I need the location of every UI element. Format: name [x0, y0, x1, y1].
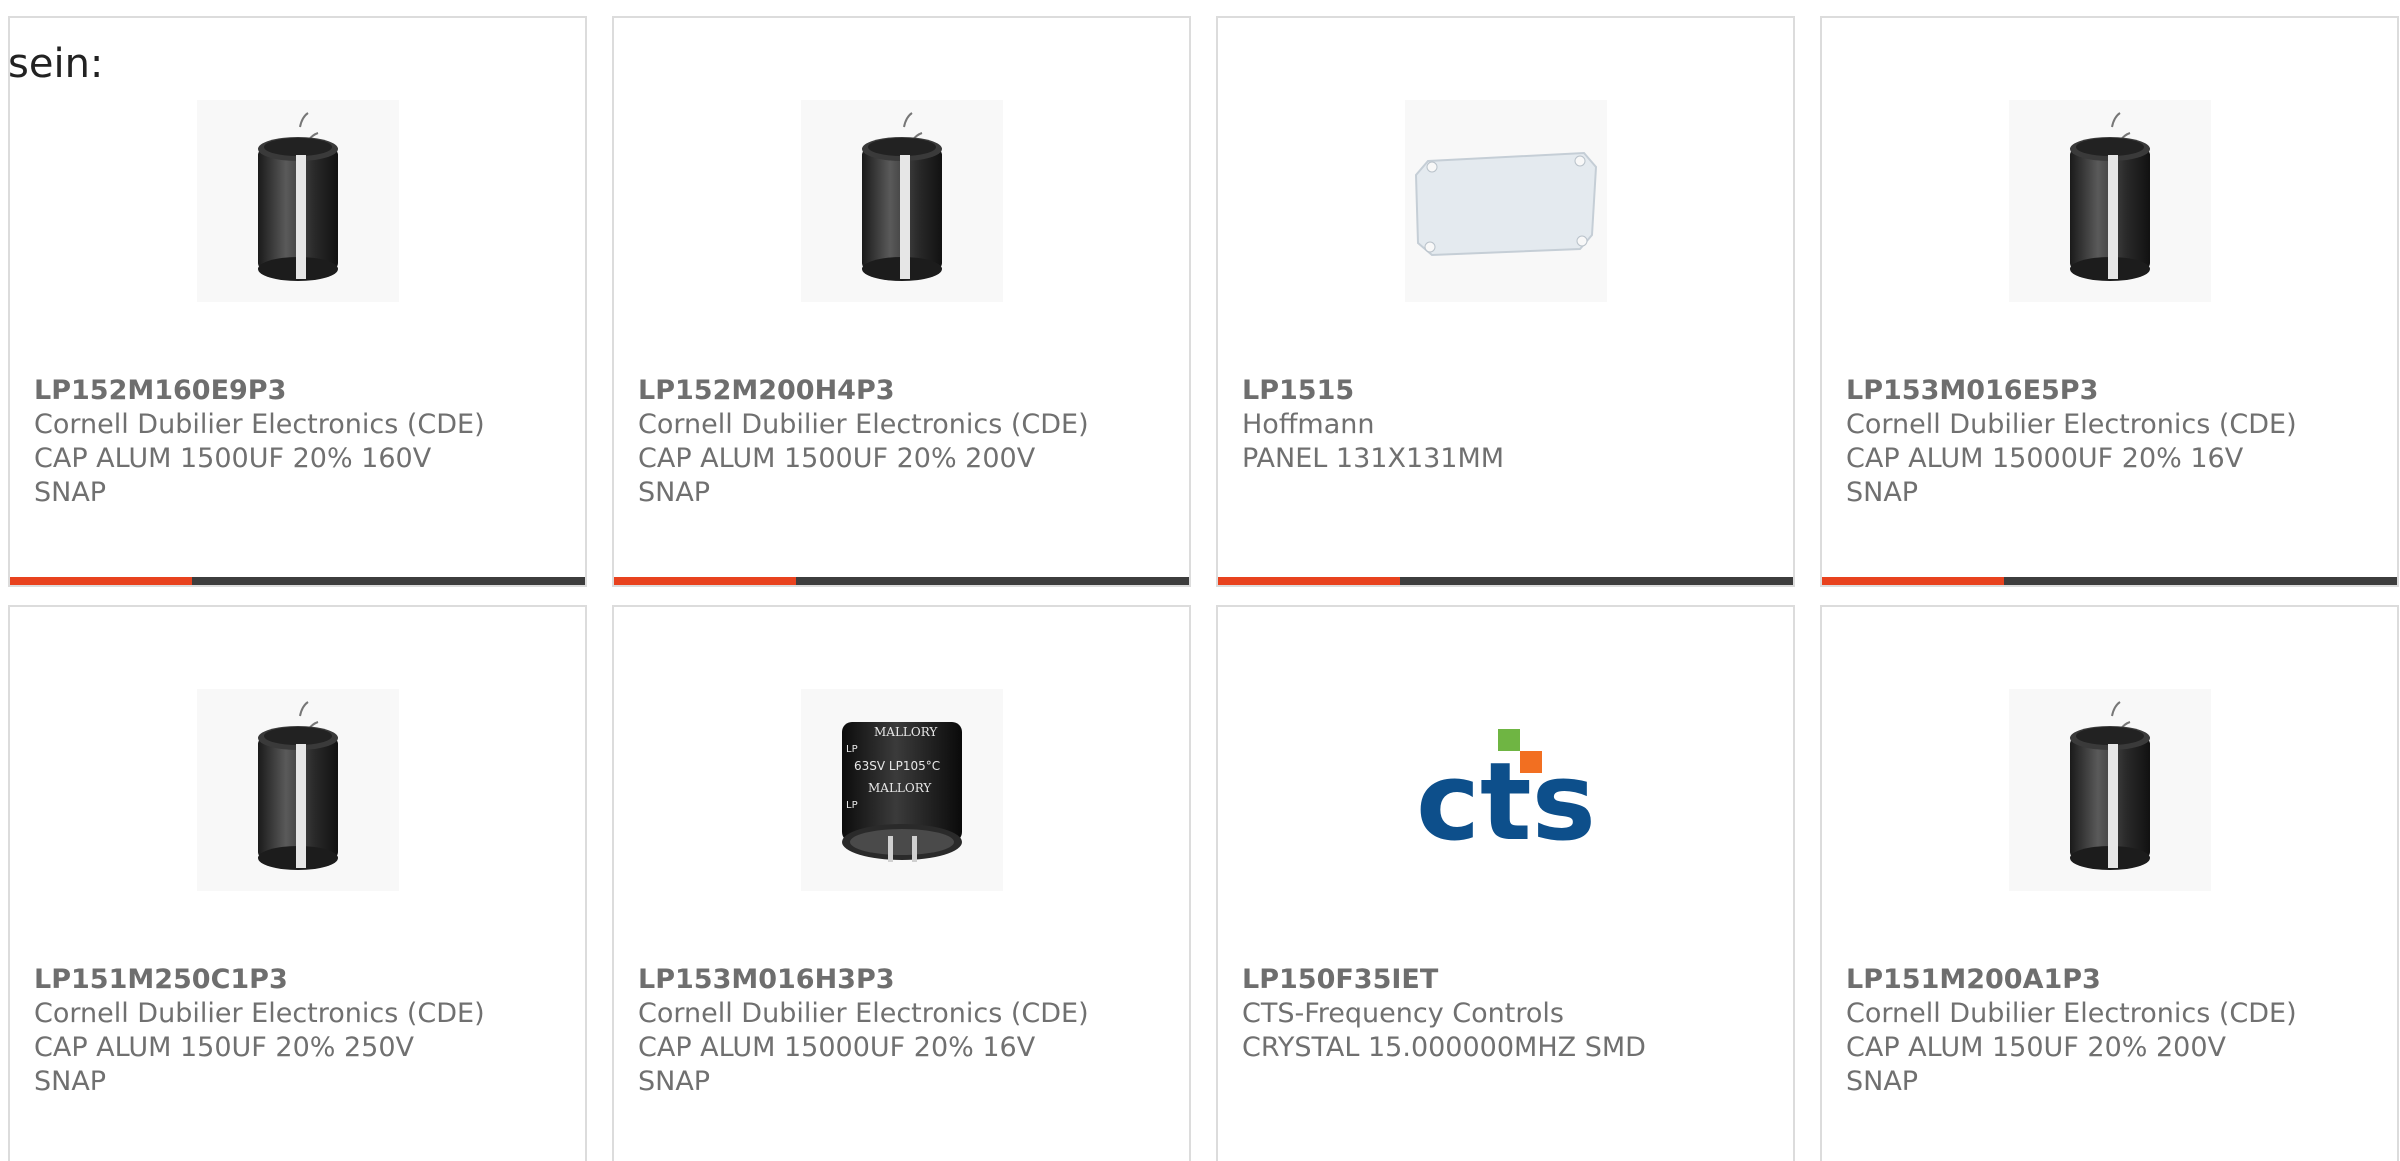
product-card[interactable]: MALLORY LP 63SV LP105°C MALLORY LP LP153…	[612, 605, 1191, 1161]
product-info: LP152M200H4P3 Cornell Dubilier Electroni…	[638, 374, 1165, 510]
product-image[interactable]	[1404, 100, 1607, 302]
card-bar	[1218, 577, 1793, 585]
product-image[interactable]	[800, 100, 1003, 302]
panel-icon	[1414, 151, 1597, 257]
product-image[interactable]	[2008, 100, 2211, 302]
description: CAP ALUM 1500UF 20% 160V	[34, 443, 432, 474]
part-number[interactable]: LP153M016H3P3	[638, 963, 1165, 997]
mallory-lp-label-lower: LP	[846, 800, 858, 811]
manufacturer: Hoffmann	[1242, 409, 1375, 440]
description: CRYSTAL 15.000000MHZ SMD	[1242, 1032, 1646, 1063]
product-grid-page: sein: LP152M160E9P3 Cornell Dubilier Ele…	[0, 0, 2400, 1161]
manufacturer: Cornell Dubilier Electronics (CDE)	[638, 409, 1089, 440]
mallory-rating-label: 63SV LP105°C	[854, 759, 940, 773]
part-number[interactable]: LP153M016E5P3	[1846, 374, 2373, 408]
product-card[interactable]: LP153M016E5P3 Cornell Dubilier Electroni…	[1820, 16, 2399, 587]
manufacturer: Cornell Dubilier Electronics (CDE)	[34, 409, 485, 440]
manufacturer: Cornell Dubilier Electronics (CDE)	[1846, 409, 2297, 440]
product-info: LP153M016H3P3 Cornell Dubilier Electroni…	[638, 963, 1165, 1099]
manufacturer: Cornell Dubilier Electronics (CDE)	[34, 998, 485, 1029]
description-suffix: SNAP	[638, 477, 711, 508]
part-number[interactable]: LP151M250C1P3	[34, 963, 561, 997]
product-card[interactable]: cts LP150F35IET CTS-Frequency Controls C…	[1216, 605, 1795, 1161]
manufacturer: Cornell Dubilier Electronics (CDE)	[638, 998, 1089, 1029]
product-image[interactable]	[196, 100, 399, 302]
description-suffix: SNAP	[34, 1066, 107, 1097]
description-suffix: SNAP	[34, 477, 107, 508]
manufacturer: CTS-Frequency Controls	[1242, 998, 1564, 1029]
description: CAP ALUM 15000UF 20% 16V	[1846, 443, 2244, 474]
description-suffix: SNAP	[1846, 1066, 1919, 1097]
product-image[interactable]	[196, 689, 399, 891]
card-bar	[10, 577, 585, 585]
product-info: LP150F35IET CTS-Frequency Controls CRYST…	[1242, 963, 1769, 1065]
cts-logo: cts	[1416, 729, 1596, 865]
card-bar	[1822, 577, 2397, 585]
card-bar-accent	[10, 577, 192, 585]
product-info: LP152M160E9P3 Cornell Dubilier Electroni…	[34, 374, 561, 510]
snap-in-capacitor-icon	[861, 112, 942, 281]
part-number[interactable]: LP150F35IET	[1242, 963, 1769, 997]
card-bar-accent	[614, 577, 796, 585]
snap-in-capacitor-icon	[2069, 701, 2150, 870]
description: CAP ALUM 150UF 20% 250V	[34, 1032, 415, 1063]
lead-text: sein:	[8, 41, 104, 87]
description: CAP ALUM 1500UF 20% 200V	[638, 443, 1036, 474]
mallory-label-lower: MALLORY	[868, 781, 932, 795]
product-image[interactable]: MALLORY LP 63SV LP105°C MALLORY LP	[800, 689, 1003, 891]
description-suffix: SNAP	[1846, 477, 1919, 508]
mallory-capacitor-icon: MALLORY LP 63SV LP105°C MALLORY LP	[841, 722, 962, 862]
card-bar	[614, 577, 1189, 585]
part-number[interactable]: LP152M200H4P3	[638, 374, 1165, 408]
product-card[interactable]: LP151M200A1P3 Cornell Dubilier Electroni…	[1820, 605, 2399, 1161]
snap-in-capacitor-icon	[2069, 112, 2150, 281]
product-info: LP151M200A1P3 Cornell Dubilier Electroni…	[1846, 963, 2373, 1099]
manufacturer: Cornell Dubilier Electronics (CDE)	[1846, 998, 2297, 1029]
product-card[interactable]: LP1515 Hoffmann PANEL 131X131MM	[1216, 16, 1795, 587]
product-card[interactable]: LP152M200H4P3 Cornell Dubilier Electroni…	[612, 16, 1191, 587]
description: CAP ALUM 15000UF 20% 16V	[638, 1032, 1036, 1063]
product-image[interactable]: cts	[1404, 689, 1607, 891]
cts-logo-text: cts	[1416, 740, 1596, 865]
product-info: LP1515 Hoffmann PANEL 131X131MM	[1242, 374, 1769, 476]
mallory-label: MALLORY	[874, 725, 938, 739]
snap-in-capacitor-icon	[257, 112, 338, 281]
product-info: LP153M016E5P3 Cornell Dubilier Electroni…	[1846, 374, 2373, 510]
mallory-lp-label: LP	[846, 744, 858, 755]
snap-in-capacitor-icon	[257, 701, 338, 870]
product-card[interactable]: LP152M160E9P3 Cornell Dubilier Electroni…	[8, 16, 587, 587]
part-number[interactable]: LP1515	[1242, 374, 1769, 408]
product-card[interactable]: LP151M250C1P3 Cornell Dubilier Electroni…	[8, 605, 587, 1161]
part-number[interactable]: LP152M160E9P3	[34, 374, 561, 408]
product-info: LP151M250C1P3 Cornell Dubilier Electroni…	[34, 963, 561, 1099]
description-suffix: SNAP	[638, 1066, 711, 1097]
part-number[interactable]: LP151M200A1P3	[1846, 963, 2373, 997]
card-bar-accent	[1218, 577, 1400, 585]
description: CAP ALUM 150UF 20% 200V	[1846, 1032, 2227, 1063]
description: PANEL 131X131MM	[1242, 443, 1505, 474]
card-bar-accent	[1822, 577, 2004, 585]
product-image[interactable]	[2008, 689, 2211, 891]
